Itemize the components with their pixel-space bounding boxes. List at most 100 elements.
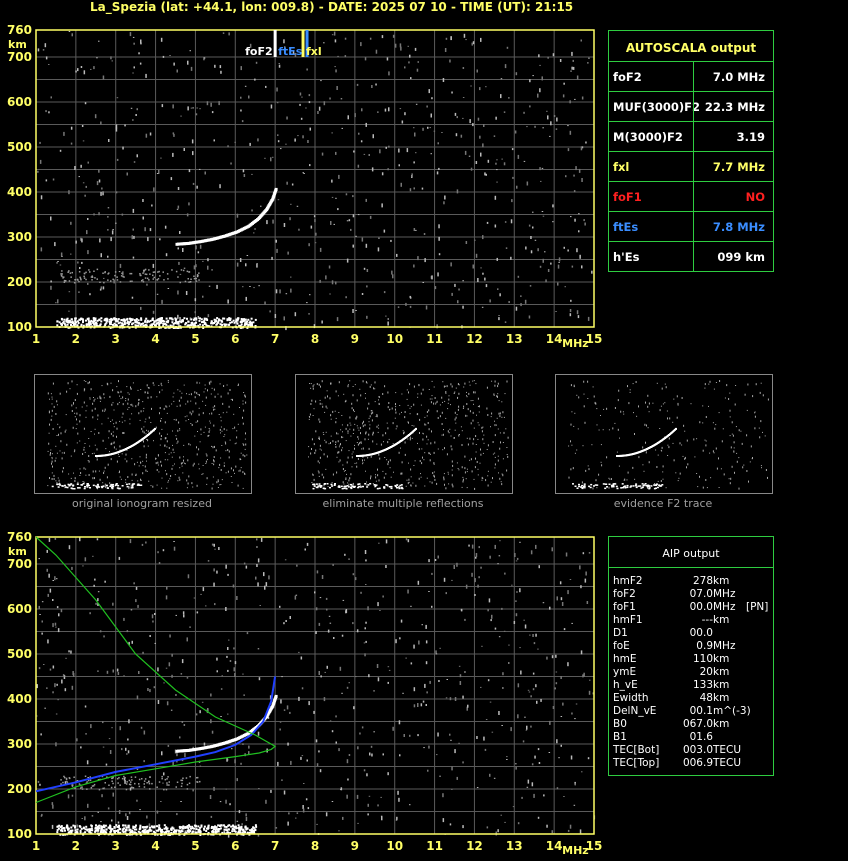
noise-speck [438,236,440,241]
thumb-speck [140,410,142,413]
thumb-speck [754,427,756,430]
noise-speck [179,273,182,275]
thumb-speck [205,460,207,463]
thumb-speck [88,455,90,457]
e-layer-speck [115,324,118,327]
thumb-speck [614,422,616,424]
noise-speck [131,235,133,240]
thumb-speck [431,380,433,382]
noise-speck [426,105,428,108]
thumb-speck [54,459,56,462]
noise-speck [214,64,216,68]
noise-speck [173,541,175,542]
noise-speck [453,565,455,569]
thumb-speck [718,412,720,414]
thumb-speck [506,380,508,383]
e-layer-speck [232,319,235,322]
thumb-speck [171,467,173,470]
noise-speck [321,152,324,156]
noise-speck [48,111,50,114]
noise-speck [107,807,110,810]
thumb-speck [112,389,114,392]
thumb-speck [318,471,320,474]
e-layer-speck [223,317,226,320]
noise-speck [573,190,576,193]
noise-speck [276,102,279,104]
thumb-speck [330,414,332,417]
thumb-e-layer [396,487,398,489]
noise-speck [218,101,220,106]
noise-speck [515,72,518,76]
thumb-speck [121,453,123,455]
noise-speck [331,730,334,733]
thumb-eliminate [295,374,513,494]
noise-speck [401,120,404,124]
noise-speck [381,172,384,176]
thumb-speck [66,443,68,446]
thumb-speck [70,455,72,457]
aip-title: AIP output [662,547,720,560]
thumb-speck [350,473,352,476]
echo-speck [117,782,119,784]
e-layer-speck [85,323,88,326]
noise-speck [482,272,484,275]
thumb-speck [434,441,436,444]
thumb-speck [226,429,228,431]
thumb-e-layer [645,484,648,487]
thumb-speck [110,432,112,435]
noise-speck [91,815,94,817]
thumb-e-layer [114,484,117,486]
thumb-speck [413,385,415,388]
noise-speck [587,62,589,64]
noise-speck [39,141,41,144]
noise-speck [329,720,332,722]
aip-param-value: --- [701,614,713,626]
noise-speck [308,243,310,247]
noise-speck [463,33,466,38]
e-layer-speck [163,824,166,827]
thumb-speck [104,466,106,469]
aip-param-unit: km [713,575,730,587]
thumb-speck [55,445,57,447]
thumb-speck [237,423,239,425]
echo-speck [138,778,141,781]
autoscala-value: 7.0 MHz [712,70,765,84]
noise-speck [532,688,535,691]
thumb-speck [443,473,445,475]
echo-speck [122,275,124,278]
thumb-speck [354,462,356,464]
noise-speck [287,251,289,255]
echo-speck [144,273,147,275]
noise-speck [548,752,551,753]
e-layer-speck [153,320,156,323]
e-layer-speck [85,825,88,828]
aip-param-name: foF1 [613,601,636,613]
e-layer-speck [168,317,171,320]
noise-speck [500,78,503,80]
noise-speck [327,629,330,633]
thumb-speck [312,385,314,388]
thumb-speck [211,387,213,389]
thumb-speck [168,447,170,449]
thumb-speck [315,449,317,452]
noise-speck [303,783,305,784]
noise-speck [442,818,445,823]
noise-speck [344,553,346,556]
noise-speck [278,63,280,64]
noise-speck [538,565,540,569]
thumb-speck [420,392,422,395]
thumb-speck [592,386,594,388]
thumb-speck [179,467,181,469]
thumb-speck [159,407,161,409]
thumb-speck [119,420,121,422]
noise-speck [130,107,133,109]
thumb-speck [331,482,333,484]
noise-speck [531,763,534,766]
thumb-speck [709,380,711,383]
noise-speck [576,75,579,80]
noise-speck [560,597,563,601]
thumb-speck [760,382,762,384]
thumb-speck [482,452,484,454]
x-tick-label: 8 [311,839,319,853]
e-layer-speck [79,825,82,828]
